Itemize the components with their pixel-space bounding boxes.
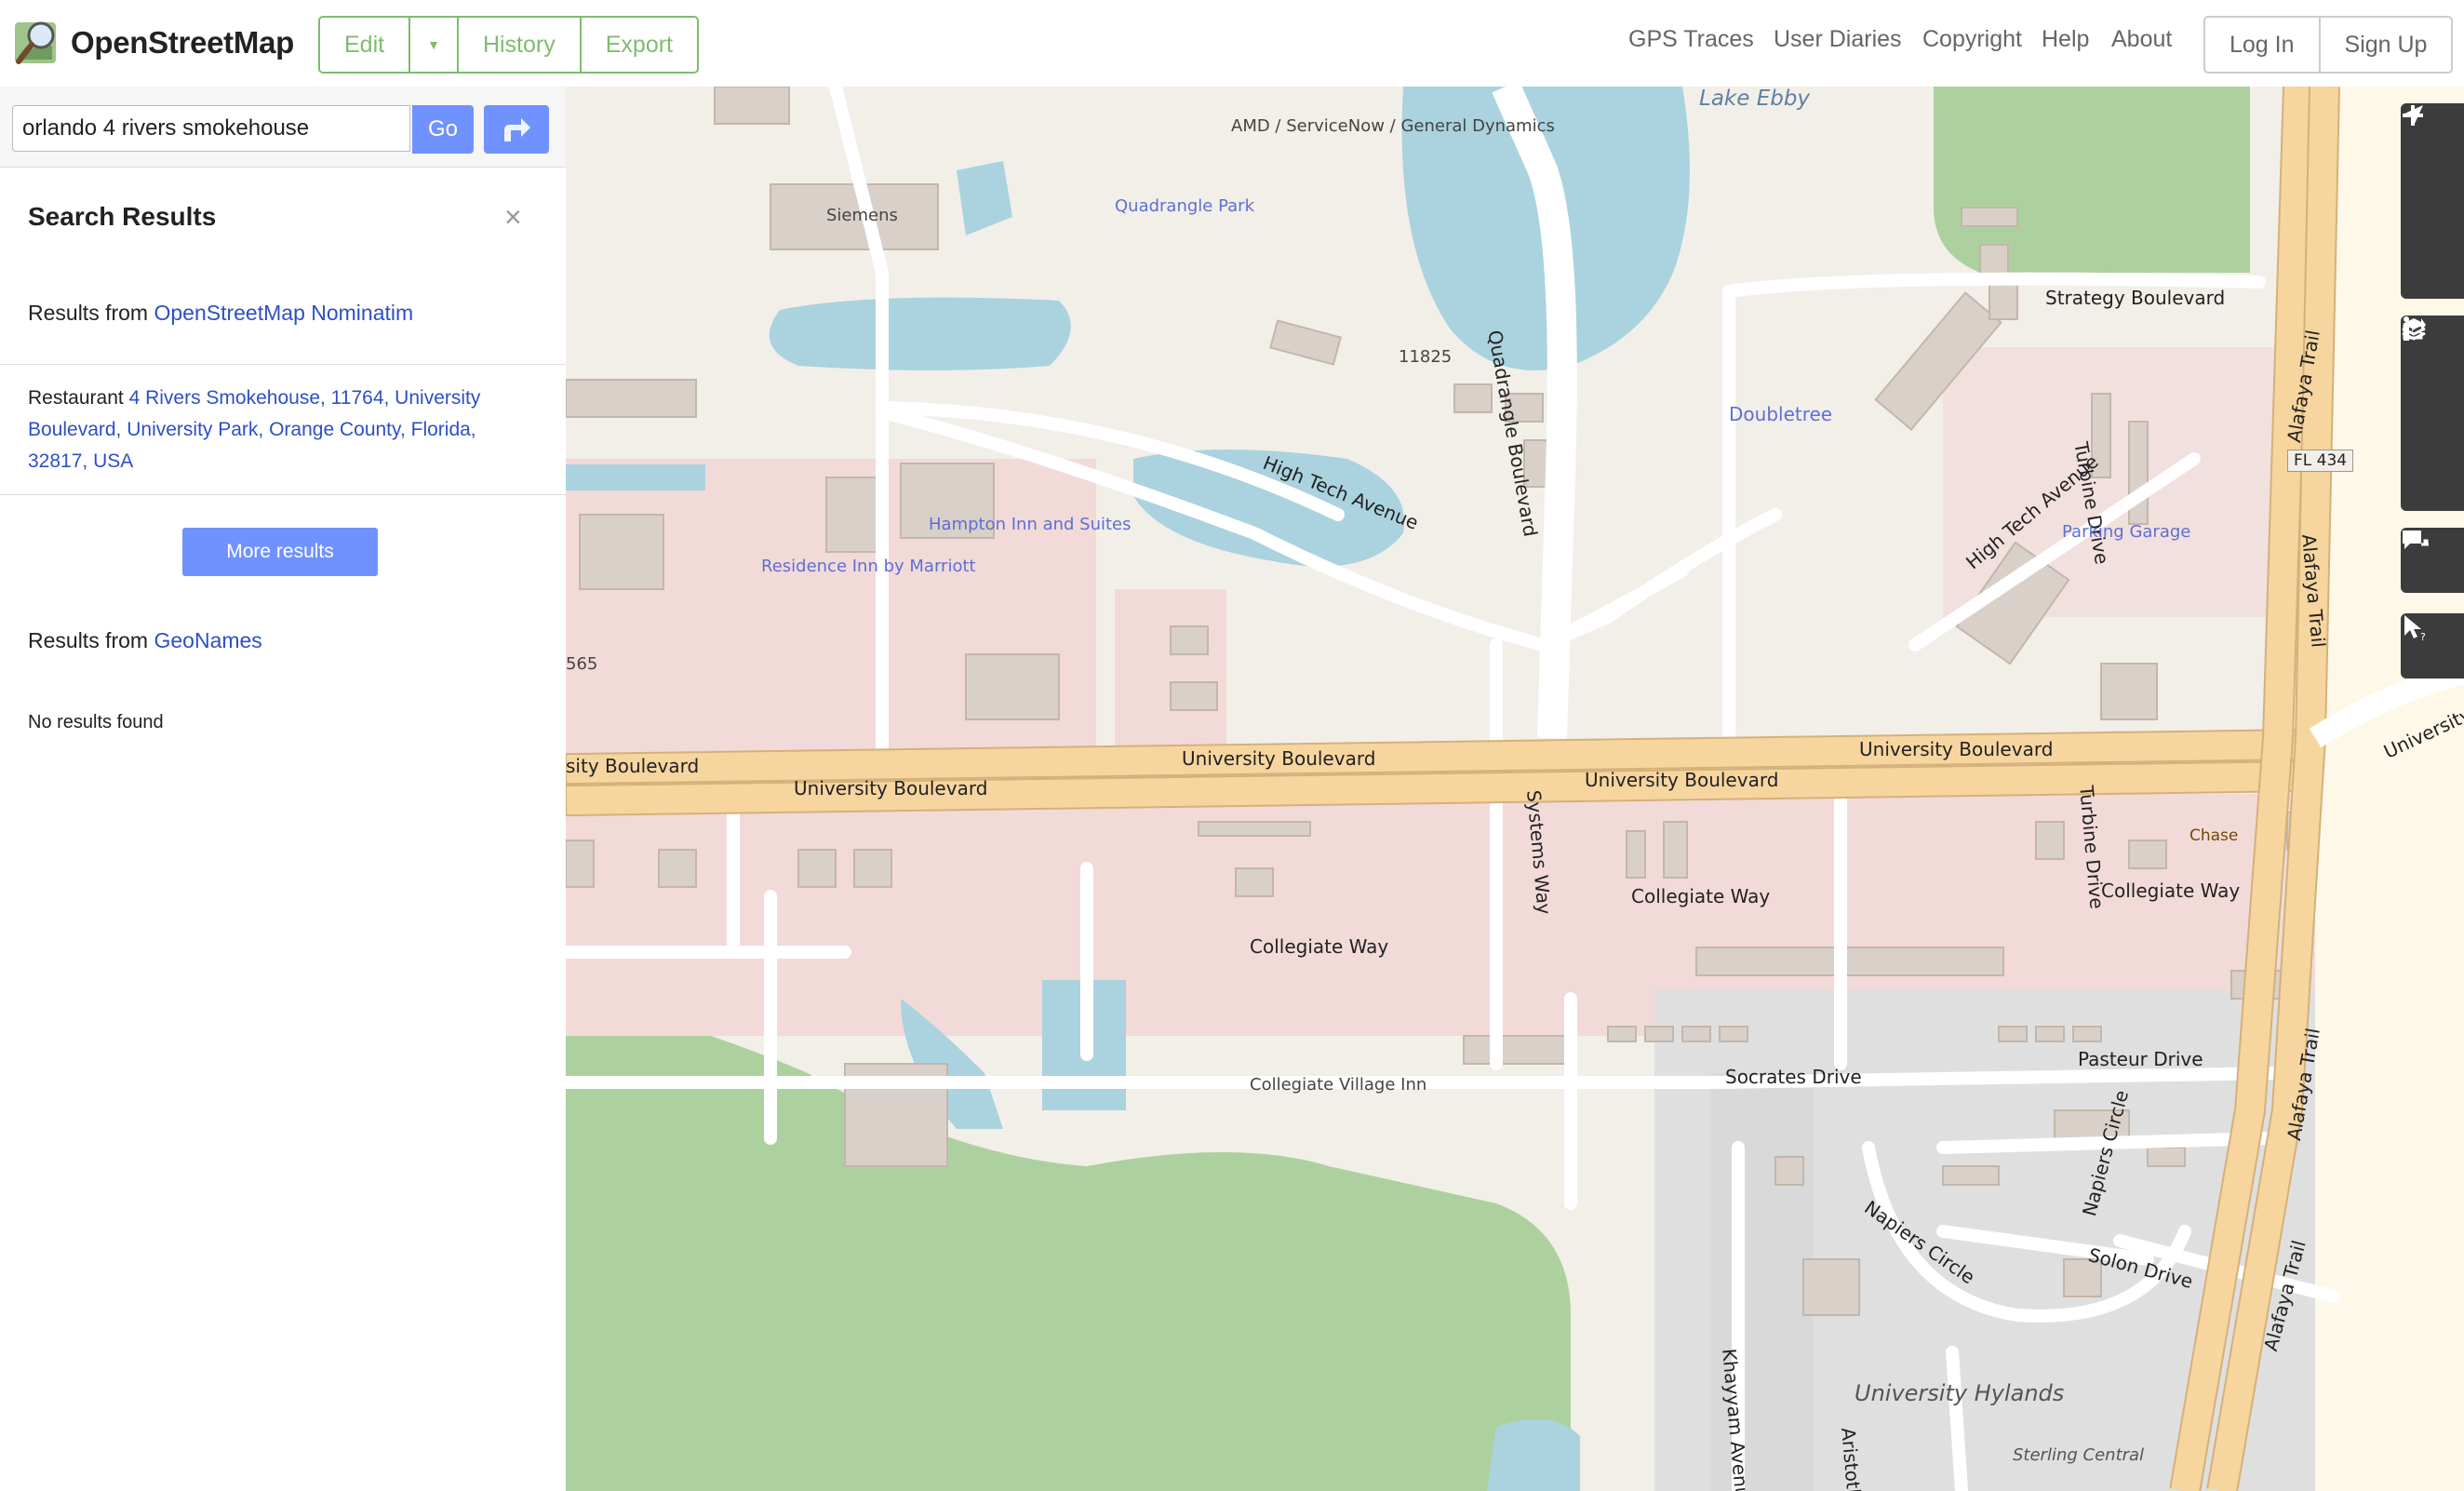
pond [957,161,1012,235]
nominatim-prefix: Results from [28,301,154,325]
go-button[interactable]: Go [412,105,474,154]
layer-controls [2401,316,2464,511]
share-icon [2403,318,2426,340]
no-results-text: No results found [28,712,164,732]
query-features-button[interactable]: ? [2401,613,2464,678]
map-canvas[interactable]: Lake Ebby AMD / ServiceNow / General Dyn… [566,87,2464,1491]
magnifier-logo-icon [15,21,56,64]
pond [1487,1419,1580,1491]
map-label-collegiate-village-inn: Collegiate Village Inn [1250,1075,1427,1095]
nav-gps-traces[interactable]: GPS Traces [1628,26,1754,53]
nav-copyright[interactable]: Copyright [1922,26,2022,53]
map-label-pasteur-drive: Pasteur Drive [2078,1048,2203,1070]
map-label-11825: 11825 [1399,347,1453,367]
divider [0,364,566,365]
map-label-collegiate-way-2: Collegiate Way [1631,885,1771,907]
query-controls: ? [2401,613,2464,678]
map-label-university-boulevard-left: sity Boulevard [566,755,700,777]
map-label-565: 565 [566,654,598,674]
sidebar: Go Search Results × Results from OpenStr… [0,87,566,1491]
site-logo[interactable]: OpenStreetMap [13,19,294,67]
map-label-sterling-central: Sterling Central [2013,1445,2145,1465]
result-type: Restaurant [28,387,124,409]
map-label-university-boulevard-2: University Boulevard [1182,747,1376,770]
export-button[interactable]: Export [582,18,697,72]
share-button[interactable] [2401,318,2464,511]
edit-dropdown-button[interactable]: ▼ [410,18,459,72]
map-label-strategy-boulevard: Strategy Boulevard [2045,287,2226,309]
map-label-collegiate-way-3: Collegiate Way [2101,880,2241,902]
nominatim-section-label: Results from OpenStreetMap Nominatim [28,301,413,326]
more-results-button[interactable]: More results [182,528,378,576]
map-label-residence-inn: Residence Inn by Marriott [761,557,976,576]
caret-down-icon: ▼ [427,37,440,52]
edit-history-export-group: Edit ▼ History Export [318,16,700,74]
map-label-lake-ebby: Lake Ebby [1699,87,1811,111]
zoom-out-button[interactable] [2401,114,2464,234]
query-icon: ? [2404,615,2426,641]
edit-button[interactable]: Edit [320,18,411,72]
map-label-chase: Chase [2189,826,2239,845]
map-label-siemens: Siemens [826,206,898,225]
svg-text:?: ? [2420,631,2426,641]
map-label-parking-garage: Parking Garage [2062,522,2191,542]
pond [769,297,1071,370]
add-note-button[interactable] [2401,528,2464,593]
pond [566,464,705,490]
map-label-collegiate-way-1: Collegiate Way [1250,935,1389,958]
geonames-link[interactable]: GeoNames [154,628,261,652]
search-input[interactable] [12,105,410,152]
map-label-university-boulevard-4: University Boulevard [1859,738,2054,760]
geonames-prefix: Results from [28,628,154,652]
zoom-controls [2401,103,2464,299]
auth-group: Log In Sign Up [2203,16,2454,74]
nav-help[interactable]: Help [2042,26,2089,53]
close-icon[interactable]: × [504,200,522,235]
locate-button[interactable] [2401,105,2464,299]
map-label-university-hylands: University Hylands [1855,1380,2065,1406]
map-label-socrates-drive: Socrates Drive [1725,1066,1862,1088]
map-key-button[interactable] [2401,316,2464,446]
locate-icon [2403,105,2423,126]
search-results-title: Search Results [28,202,217,231]
map-label-university-boulevard-1: University Boulevard [794,777,988,799]
search-bar: Go [0,87,566,168]
map-label-university-boulevard-3: University Boulevard [1585,769,1779,791]
nav-about[interactable]: About [2111,26,2172,53]
history-button[interactable]: History [459,18,582,72]
geonames-section-label: Results from GeoNames [28,628,262,653]
divider [0,494,566,495]
map-label-doubletree: Doubletree [1729,403,1833,425]
directions-button[interactable] [484,105,549,154]
map-label-quadrangle-park: Quadrangle Park [1115,196,1254,216]
directions-icon [504,118,530,141]
nav-user-diaries[interactable]: User Diaries [1774,26,1902,53]
signup-button[interactable]: Sign Up [2321,18,2452,72]
note-icon [2403,531,2429,549]
nominatim-link[interactable]: OpenStreetMap Nominatim [154,301,413,325]
map-label-amd: AMD / ServiceNow / General Dynamics [1231,116,1555,136]
note-controls [2401,528,2464,593]
login-button[interactable]: Log In [2205,18,2321,72]
map-shield-fl434: FL 434 [2287,450,2354,472]
top-header: OpenStreetMap Edit ▼ History Export GPS … [0,0,2464,87]
map-label-hampton-inn: Hampton Inn and Suites [929,515,1132,534]
brand-name: OpenStreetMap [71,25,294,60]
result-item: Restaurant 4 Rivers Smokehouse, 11764, U… [28,383,512,477]
